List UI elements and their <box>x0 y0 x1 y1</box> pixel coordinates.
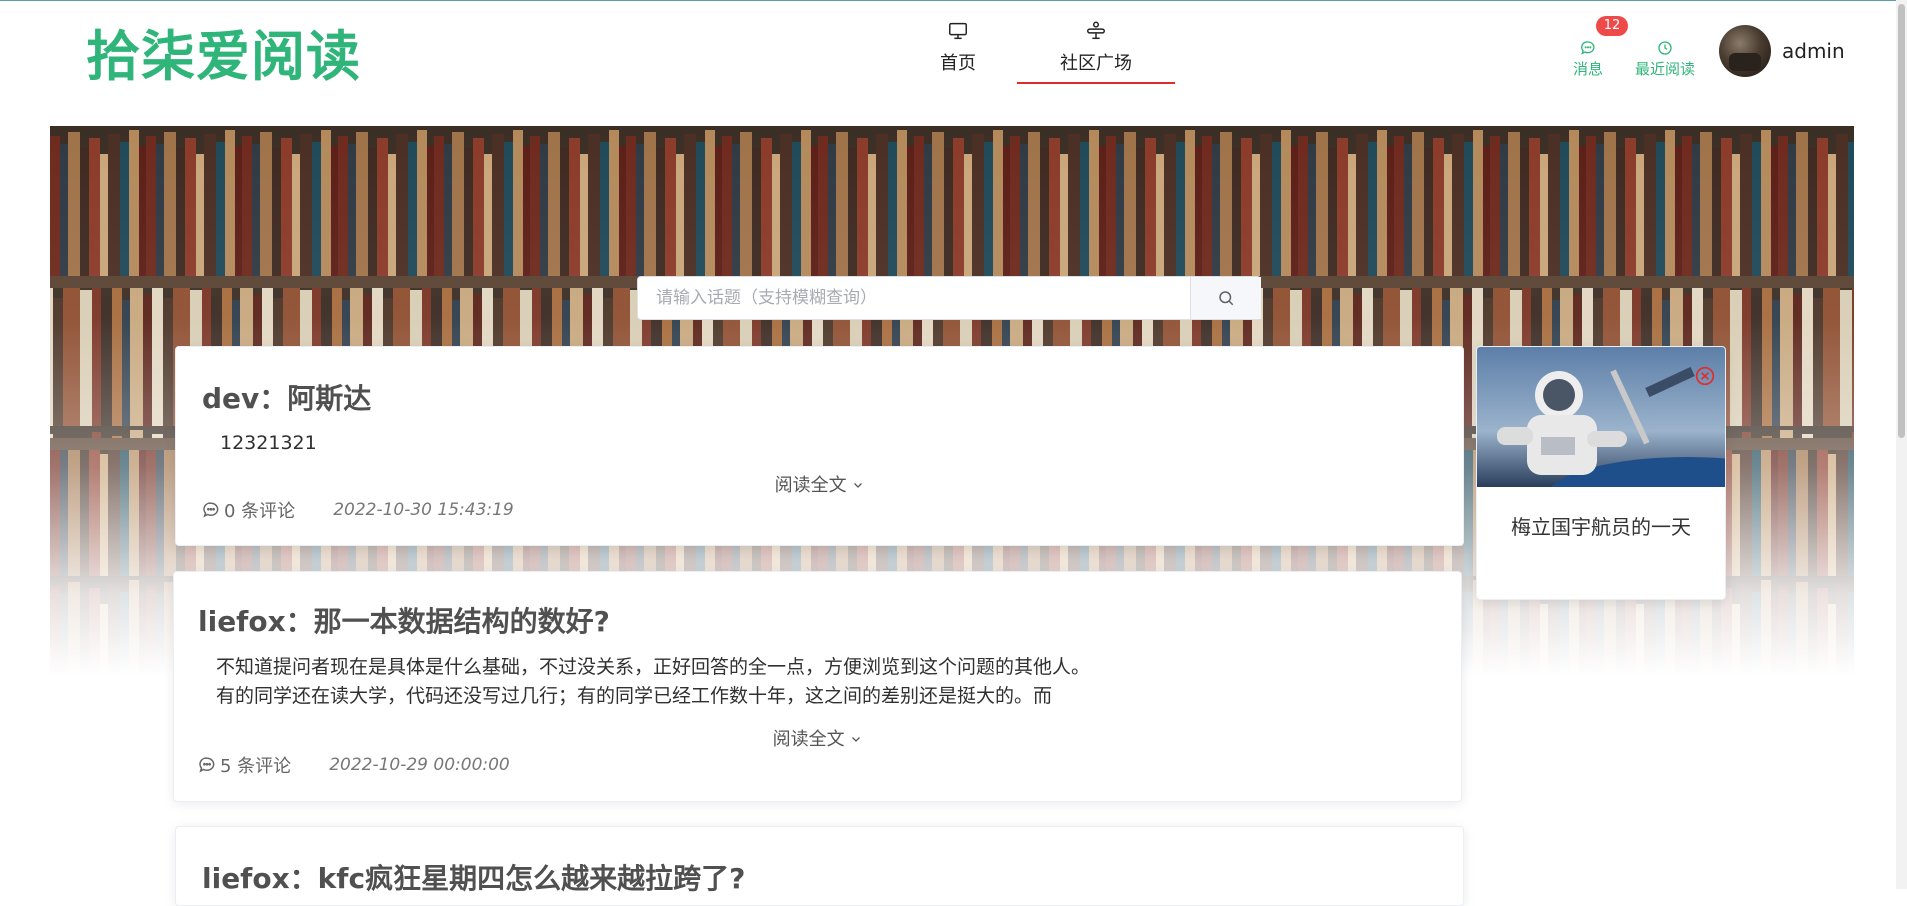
top-border <box>0 0 1907 1</box>
ad-card[interactable]: 梅立国宇航员的一天 <box>1476 346 1726 600</box>
comment-icon <box>203 502 219 518</box>
nav-community-label: 社区广场 <box>1060 53 1132 74</box>
scrollbar-thumb[interactable] <box>1898 4 1905 438</box>
comment-count[interactable]: 0 条评论 <box>224 497 295 523</box>
astronaut-image <box>1477 347 1725 487</box>
monitor-icon <box>949 22 967 40</box>
ad-caption: 梅立国宇航员的一天 <box>1511 515 1691 539</box>
comment-count[interactable]: 5 条评论 <box>220 752 291 778</box>
chat-bubble-icon <box>1581 41 1595 55</box>
post-title[interactable]: liefox：那一本数据结构的数好? <box>198 600 610 640</box>
post-body: 12321321 <box>220 429 317 458</box>
close-icon[interactable] <box>1695 366 1715 386</box>
post-title[interactable]: liefox：kfc疯狂星期四怎么越来越拉跨了? <box>202 857 745 897</box>
read-more-label: 阅读全文 <box>772 729 845 750</box>
recent-reading-button[interactable]: 最近阅读 <box>1630 40 1700 79</box>
post-body-line: 有的同学还在读大学，代码还没写过几行；有的同学已经工作数十年，这之间的差别还是挺… <box>216 685 1053 707</box>
post-meta: 0 条评论 2022-10-30 15:43:19 <box>202 497 514 523</box>
site-logo[interactable]: 拾柒爱阅读 <box>86 12 361 91</box>
clock-icon <box>1658 41 1672 55</box>
post-date: 2022-10-30 15:43:19 <box>333 500 514 520</box>
post-body: 不知道提问者现在是具体是什么基础，不过没关系，正好回答的全一点，方便浏览到这个问… <box>216 653 1090 711</box>
post-body-line: 12321321 <box>220 432 317 454</box>
messages-button[interactable]: 消息 <box>1568 40 1608 79</box>
topic-search-input[interactable] <box>638 277 1190 319</box>
recent-reading-label: 最近阅读 <box>1634 60 1695 78</box>
post-body-line: 不知道提问者现在是具体是什么基础，不过没关系，正好回答的全一点，方便浏览到这个问… <box>216 656 1091 678</box>
chevron-down-icon <box>852 737 861 742</box>
post-card: dev：阿斯达 12321321 阅读全文 0 条评论 2022-10-30 1… <box>175 346 1464 546</box>
post-meta: 5 条评论 2022-10-29 00:00:00 <box>198 752 510 778</box>
post-date: 2022-10-29 00:00:00 <box>329 755 510 775</box>
chevron-down-icon <box>854 483 863 488</box>
nav-community-square[interactable]: 社区广场 <box>1017 20 1175 84</box>
comment-icon <box>199 757 215 773</box>
community-icon <box>1087 21 1105 40</box>
read-more-link[interactable]: 阅读全文 <box>174 725 1461 751</box>
messages-label: 消息 <box>1572 60 1603 78</box>
page-scrollbar[interactable] <box>1896 0 1907 889</box>
nav-home[interactable]: 首页 <box>930 20 986 84</box>
post-card: liefox：那一本数据结构的数好? 不知道提问者现在是具体是什么基础，不过没关… <box>173 571 1462 802</box>
search-button[interactable] <box>1190 277 1261 319</box>
read-more-label: 阅读全文 <box>774 475 847 496</box>
message-count-badge: 12 <box>1596 16 1628 36</box>
read-more-link[interactable]: 阅读全文 <box>176 471 1463 497</box>
search-icon <box>1219 291 1234 306</box>
active-tab-underline <box>1017 82 1175 84</box>
username[interactable]: admin <box>1782 39 1845 63</box>
post-card: liefox：kfc疯狂星期四怎么越来越拉跨了? <box>175 826 1464 906</box>
topic-search-box <box>637 276 1261 320</box>
nav-home-label: 首页 <box>940 53 976 74</box>
avatar[interactable] <box>1719 25 1771 77</box>
post-title[interactable]: dev：阿斯达 <box>202 377 371 417</box>
